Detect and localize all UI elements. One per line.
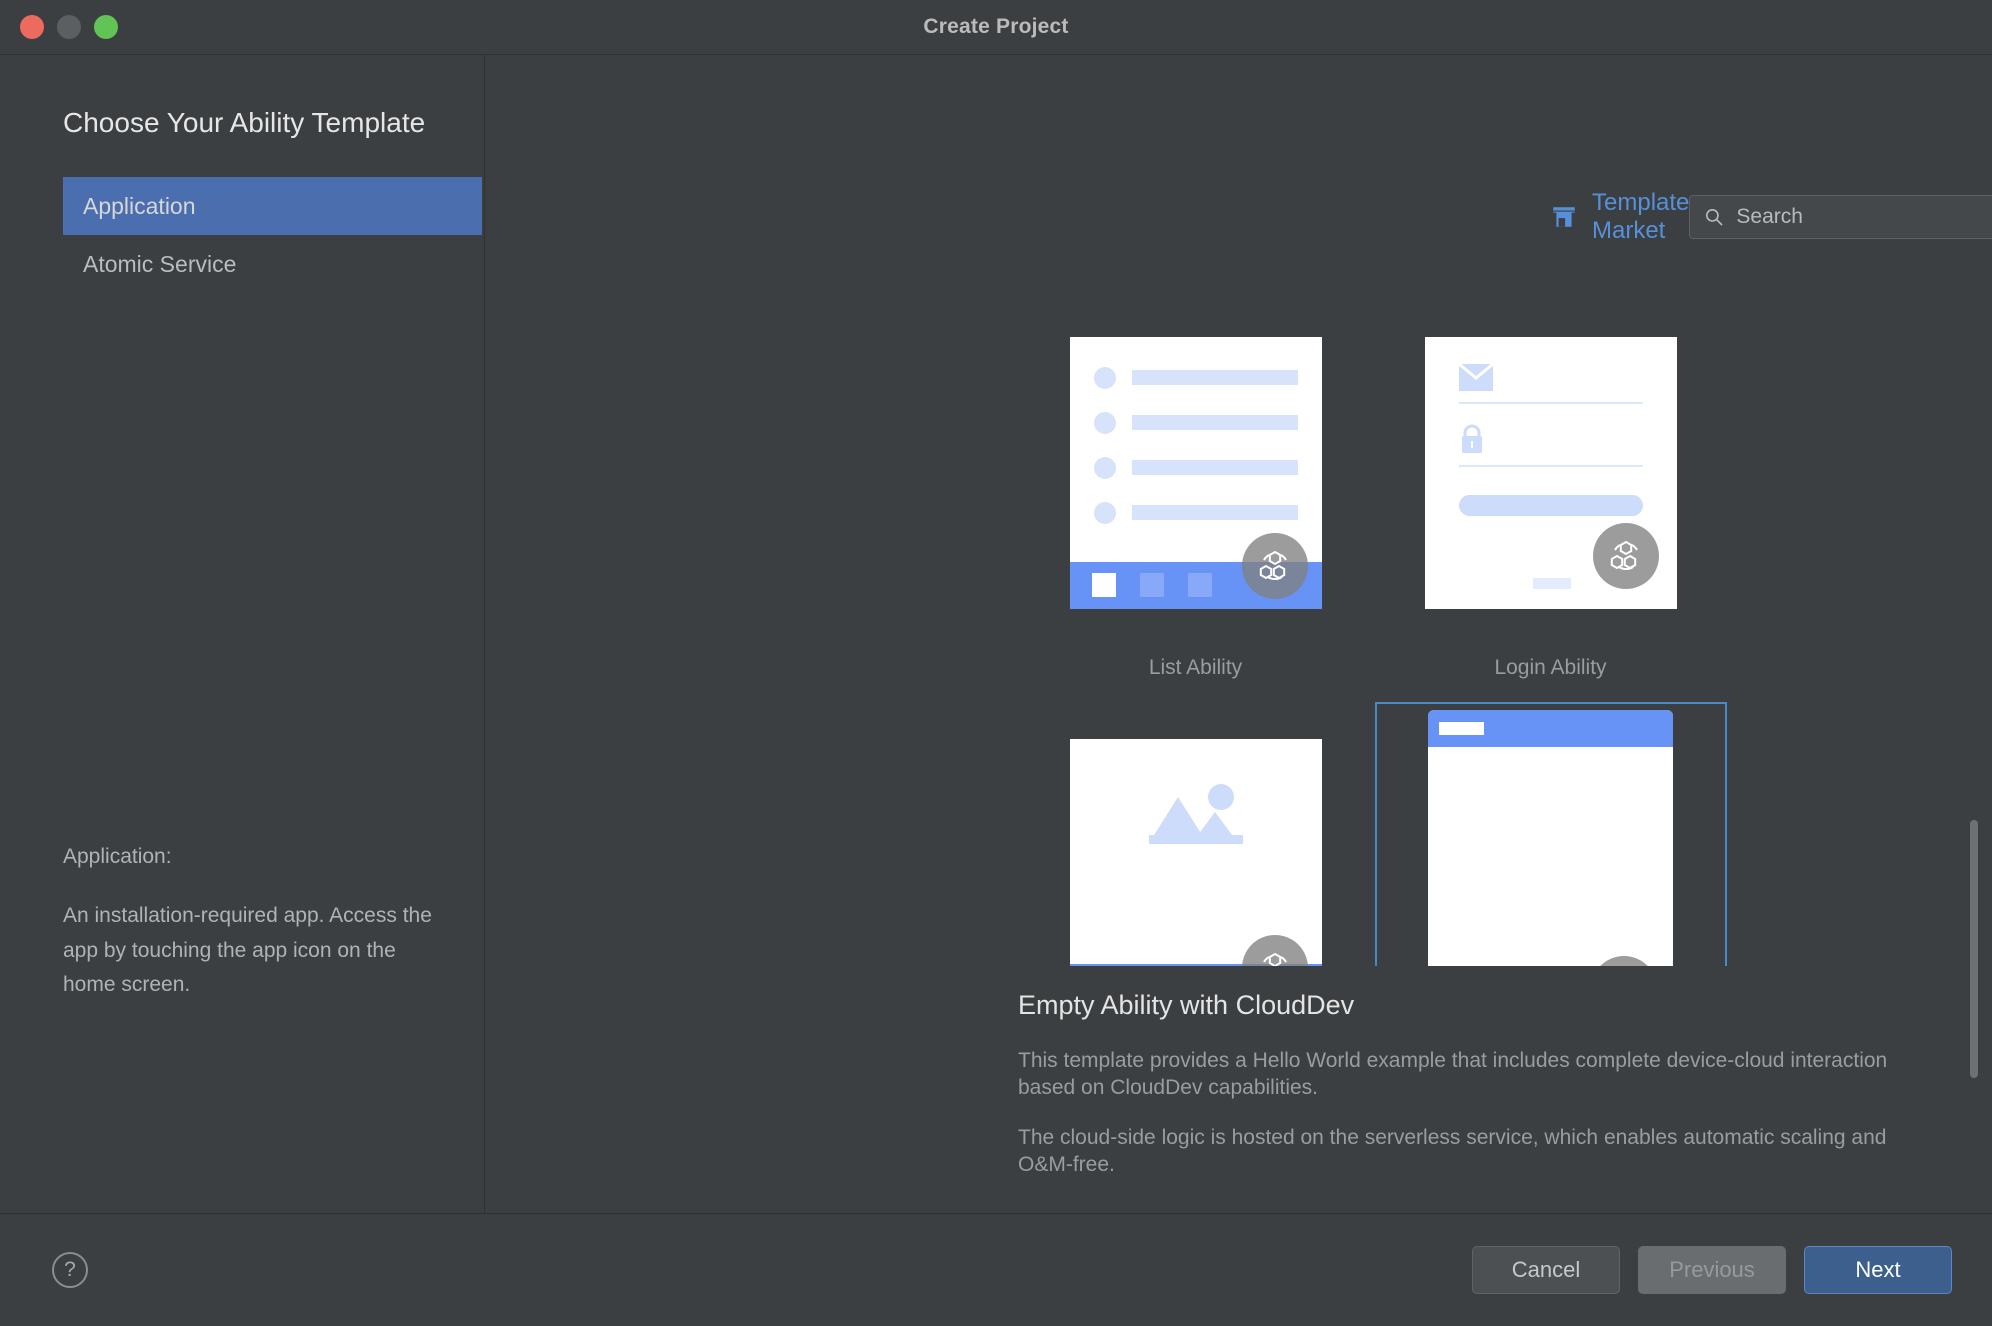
category-description-body: An installation-required app. Access the…	[63, 904, 432, 997]
previous-button-label: Previous	[1669, 1257, 1755, 1282]
minimize-window-button[interactable]	[57, 15, 81, 39]
scrollbar-thumb[interactable]	[1970, 820, 1978, 1078]
template-grid: List Ability Login Ability	[485, 300, 1992, 966]
template-card-list-ability[interactable]: List Ability	[1018, 300, 1373, 680]
sidebar-item-application[interactable]: Application	[63, 177, 482, 235]
template-card-frame[interactable]	[1020, 300, 1372, 645]
thumb-dot	[1093, 501, 1116, 524]
template-gallery: List Ability Login Ability	[485, 300, 1992, 966]
category-description: Application: An installation-required ap…	[63, 845, 444, 1003]
template-gallery-scrollbar[interactable]	[1969, 300, 1979, 1078]
thumb-field-underline	[1458, 401, 1643, 404]
dialog-footer: ? Cancel Previous Next	[0, 1213, 1992, 1326]
template-thumbnail	[1069, 738, 1322, 966]
next-button[interactable]: Next	[1804, 1246, 1952, 1294]
category-description-title: Application:	[63, 845, 172, 869]
lock-icon	[1459, 424, 1485, 458]
previous-button[interactable]: Previous	[1638, 1246, 1786, 1294]
thumb-dot	[1093, 366, 1116, 389]
sidebar-item-label: Atomic Service	[83, 250, 237, 277]
create-project-dialog: Create Project Choose Your Ability Templ…	[0, 0, 1992, 1326]
help-icon-label: ?	[64, 1258, 76, 1281]
title-bar: Create Project	[0, 0, 1992, 55]
thumb-submit-button	[1458, 494, 1643, 516]
sidebar-item-atomic-service[interactable]: Atomic Service	[63, 235, 482, 293]
right-panel: Template Market Search List Ability Logi…	[485, 55, 1992, 1213]
search-input[interactable]	[1736, 205, 1992, 229]
cancel-button-label: Cancel	[1511, 1257, 1581, 1282]
thumb-app-bar-title	[1439, 721, 1484, 735]
thumb-tab-item	[1187, 573, 1212, 597]
help-icon[interactable]: ?	[52, 1252, 88, 1288]
image-icon	[1070, 783, 1322, 851]
content-row: Choose Your Ability Template Application…	[0, 55, 1992, 1213]
thumb-list-row	[1093, 501, 1298, 524]
template-thumbnail	[1424, 336, 1677, 609]
harmony-atomic-icon	[1592, 522, 1659, 589]
window-title: Create Project	[923, 15, 1069, 38]
thumb-tab-item	[1139, 573, 1164, 597]
sidebar-item-label: Application	[83, 192, 196, 219]
window-controls	[20, 15, 118, 39]
template-card-label: List Ability	[1148, 656, 1243, 679]
next-button-label: Next	[1855, 1257, 1901, 1282]
market-row: Template Market	[1018, 189, 1992, 244]
thumb-list-rows	[1070, 337, 1322, 524]
template-card-label: Login Ability	[1494, 656, 1607, 679]
template-detail-title: Empty Ability with CloudDev	[1018, 990, 1355, 1020]
template-card-login-ability[interactable]: Login Ability	[1373, 300, 1728, 680]
template-card-frame[interactable]	[1375, 300, 1727, 645]
search-icon	[1704, 207, 1724, 227]
phone-cloud-icon	[1591, 955, 1657, 966]
dialog-body: Choose Your Ability Template Application…	[0, 55, 1992, 1326]
template-card-frame[interactable]	[1020, 702, 1372, 966]
thumb-footer-bar	[1532, 577, 1571, 589]
thumb-list-row	[1093, 456, 1298, 479]
search-box[interactable]	[1689, 195, 1992, 239]
harmony-atomic-icon	[1241, 934, 1308, 966]
footer-buttons: Cancel Previous Next	[1472, 1246, 1952, 1294]
thumb-bar	[1131, 415, 1298, 430]
cancel-button[interactable]: Cancel	[1472, 1246, 1620, 1294]
template-card-empty-ability-with-clouddev[interactable]: Empty Ability with CloudDev	[1373, 702, 1728, 966]
template-card-frame-selected[interactable]	[1374, 702, 1727, 966]
category-list: Application Atomic Service	[0, 177, 484, 293]
thumb-bar	[1131, 370, 1298, 385]
thumb-list-row	[1093, 411, 1298, 434]
page-title: Choose Your Ability Template	[63, 107, 426, 138]
template-card-splash-screen-ability[interactable]: Splash Screen Ability	[1018, 702, 1373, 966]
template-detail-paragraph-1: This template provides a Hello World exa…	[1018, 1049, 1888, 1100]
thumb-field-underline	[1458, 464, 1643, 467]
close-window-button[interactable]	[20, 15, 44, 39]
template-market-link[interactable]: Template Market	[1551, 189, 1689, 245]
thumb-bar	[1131, 460, 1298, 475]
thumb-app-bar	[1428, 709, 1673, 747]
thumb-email-field	[1457, 362, 1643, 404]
template-thumbnail	[1069, 336, 1322, 609]
template-detail: Empty Ability with CloudDev This templat…	[1018, 966, 1932, 1213]
thumb-login-form	[1425, 337, 1677, 516]
zoom-window-button[interactable]	[94, 15, 118, 39]
left-panel: Choose Your Ability Template Application…	[0, 55, 485, 1213]
thumb-dot	[1093, 411, 1116, 434]
store-icon	[1551, 204, 1577, 230]
thumb-dot	[1093, 456, 1116, 479]
envelope-icon	[1457, 362, 1494, 395]
harmony-atomic-icon	[1241, 532, 1308, 599]
thumb-bar	[1131, 505, 1298, 520]
template-market-label: Template Market	[1592, 189, 1690, 244]
thumb-list-row	[1093, 366, 1298, 389]
thumb-tab-item	[1091, 573, 1116, 597]
template-detail-paragraph-2: The cloud-side logic is hosted on the se…	[1018, 1125, 1887, 1176]
template-thumbnail	[1428, 709, 1673, 966]
thumb-password-field	[1458, 424, 1643, 467]
